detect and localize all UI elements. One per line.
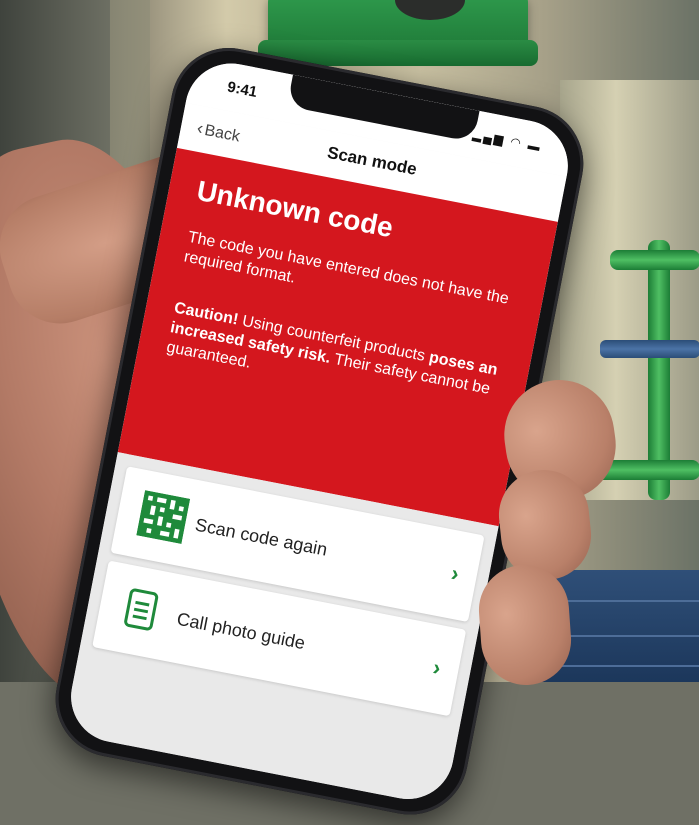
chevron-right-icon: ›: [430, 654, 443, 681]
wifi-icon: ◠: [509, 134, 525, 151]
background-blue-pipe: [600, 340, 699, 358]
status-icons: ▂▄▆ ◠ ▬: [472, 127, 544, 154]
scan-code-again-label: Scan code again: [193, 514, 329, 560]
signal-icon: ▂▄▆: [471, 127, 507, 148]
battery-icon: ▬: [526, 137, 544, 155]
document-icon: [124, 588, 159, 631]
chevron-right-icon: ›: [449, 560, 462, 587]
qr-code-icon: [136, 490, 191, 544]
call-photo-guide-label: Call photo guide: [175, 608, 307, 654]
background-green-pipe-horizontal: [610, 250, 699, 270]
status-time: 9:41: [225, 78, 259, 101]
